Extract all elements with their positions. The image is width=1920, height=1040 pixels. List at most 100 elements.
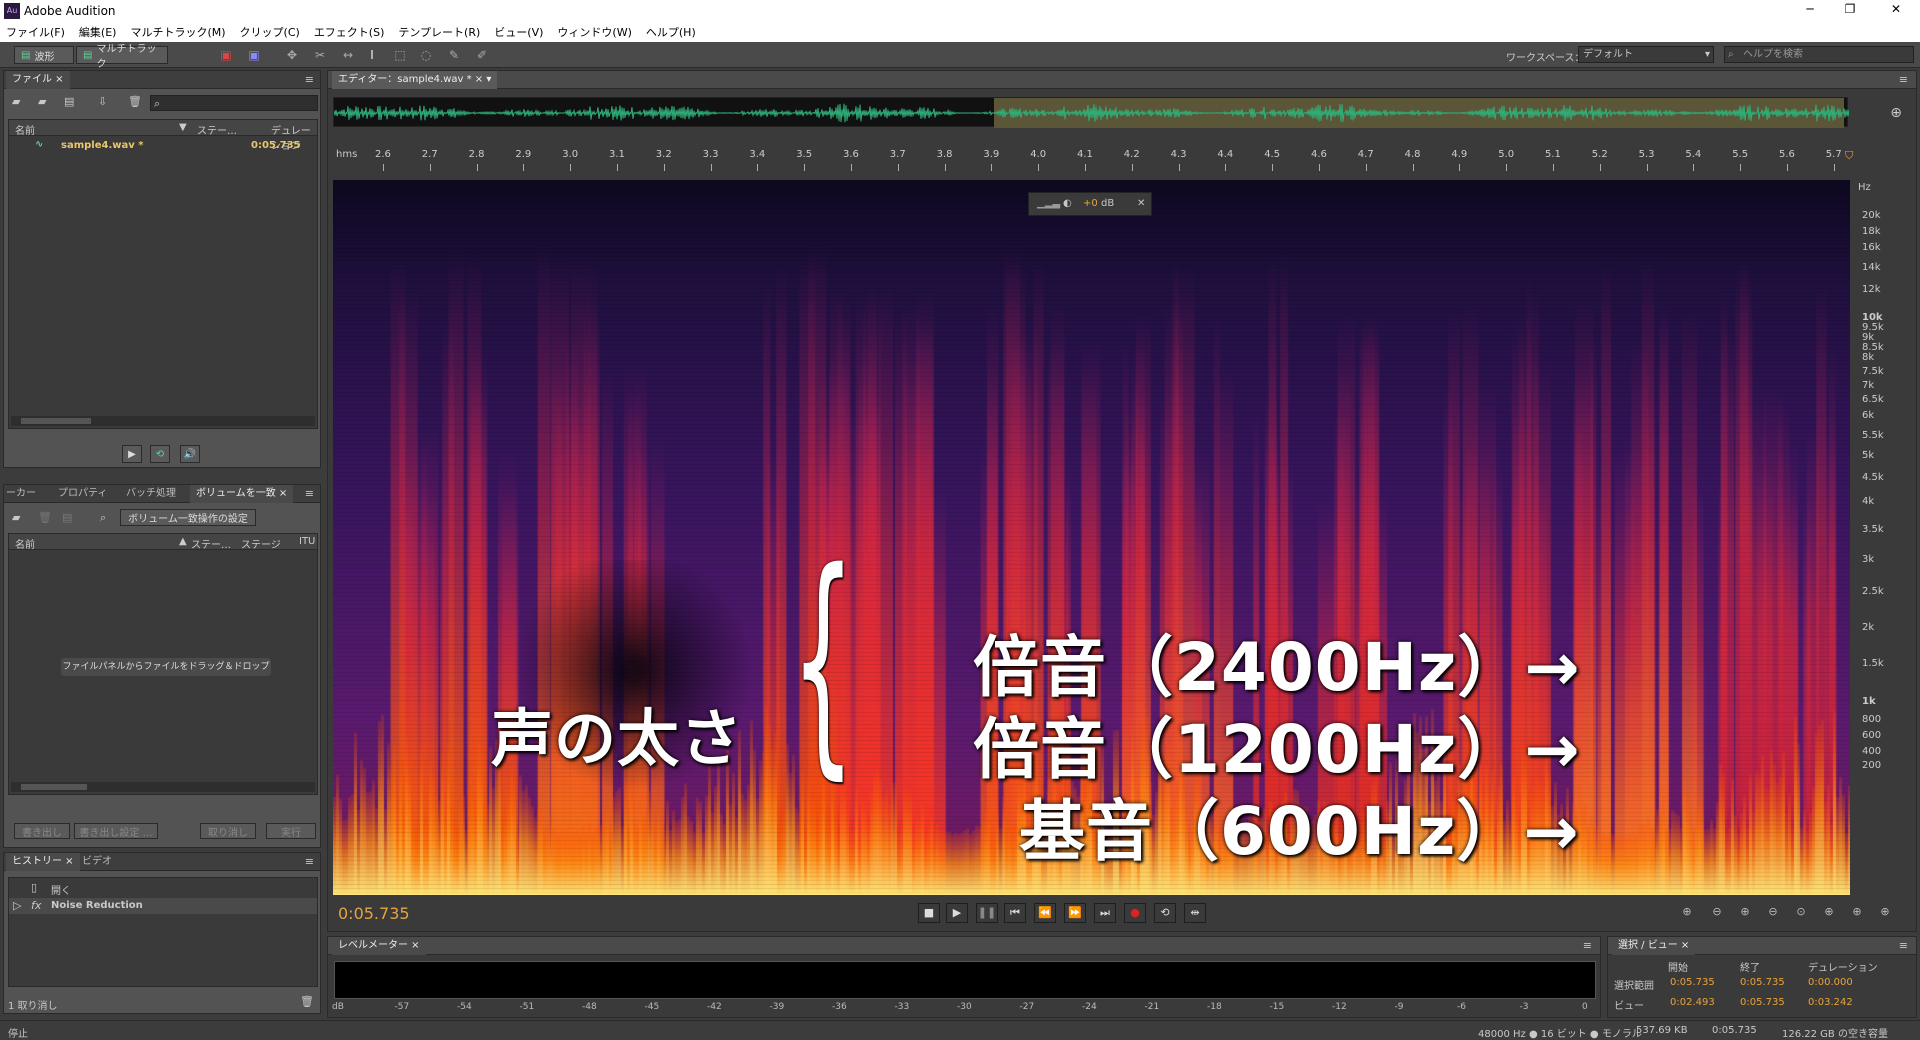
selection-start[interactable]: 0:05.735 [1670,977,1715,988]
col-itu[interactable]: ITU [299,536,315,547]
export-button[interactable]: 書き出し [14,823,70,839]
skip-selection-button[interactable]: ⇹ [1184,903,1206,923]
pause-button[interactable]: ❚❚ [976,903,998,923]
run-button[interactable]: 実行 [266,823,316,839]
tab-match-volume[interactable]: ボリュームを一致 × [190,485,294,503]
col-name[interactable]: 名前 [15,536,35,551]
file-row[interactable]: ∿ sample4.wav * 0:05.735 [9,138,317,154]
spot-healing-tool-icon[interactable]: ✐ [474,47,490,63]
menu-view[interactable]: ビュー(V) [494,24,543,40]
menu-window[interactable]: ウィンドウ(W) [557,24,631,40]
zoom-in-amplitude-icon[interactable]: ⊕ [1676,905,1698,921]
playhead-marker-icon[interactable]: ⛉ [1845,149,1853,163]
clear-icon[interactable]: ▤ [62,511,72,524]
menu-file[interactable]: ファイル(F) [6,24,65,40]
zoom-out-amplitude-icon[interactable]: ⊖ [1706,905,1728,921]
marquee-tool-icon[interactable]: ⬚ [392,47,408,63]
stop-button[interactable]: ■ [918,903,940,923]
panel-menu-icon[interactable]: ≡ [305,855,314,868]
tab-history[interactable]: ヒストリー × [6,853,80,871]
razor-tool-icon[interactable]: ✂ [312,47,328,63]
tab-properties[interactable]: プロパティ [52,485,113,503]
view-duration[interactable]: 0:03.242 [1808,997,1853,1008]
menu-effects[interactable]: エフェクト(S) [314,24,385,40]
panel-menu-icon[interactable]: ≡ [1899,939,1908,952]
col-status[interactable]: ステー… [197,122,237,137]
open-file-icon[interactable]: ▰ [12,95,20,108]
panel-menu-icon[interactable]: ≡ [1899,73,1908,86]
time-selection-tool-icon[interactable]: I [364,47,380,63]
zoom-in-time-icon[interactable]: ⊕ [1734,905,1756,921]
pin-icon[interactable]: ✕ [1137,193,1145,215]
folder-icon[interactable]: ▰ [12,511,20,524]
export-settings-button[interactable]: 書き出し設定 … [74,823,158,839]
col-name[interactable]: 名前 [15,122,35,137]
move-tool-icon[interactable]: ✥ [284,47,300,63]
menu-multitrack[interactable]: マルチトラック(M) [130,24,225,40]
selection-end[interactable]: 0:05.735 [1740,977,1785,988]
selection-duration[interactable]: 0:00.000 [1808,977,1853,988]
spectral-display-icon[interactable]: ▣ [218,47,234,63]
tab-level-meter[interactable]: レベルメーター × [332,937,426,955]
insert-icon[interactable]: ⇩ [98,95,107,108]
maximize-button[interactable]: ❐ [1840,2,1860,16]
fast-forward-button[interactable]: ⏩ [1064,903,1086,923]
delete-icon[interactable]: 🗑 [300,995,314,1008]
history-item[interactable]: ▯ 開く [9,880,317,897]
history-item[interactable]: ▷ fx Noise Reduction [9,898,317,914]
menu-clip[interactable]: クリップ(C) [240,24,300,40]
play-preview-button[interactable]: ▶ [122,445,142,463]
pitch-display-icon[interactable]: ▣ [246,47,262,63]
tab-editor[interactable]: エディター：sample4.wav * × ▾ [332,71,498,89]
slip-tool-icon[interactable]: ↔ [340,47,356,63]
files-search-input[interactable]: ⌕ [150,95,318,111]
knob-icon[interactable]: ◐ [1063,193,1072,215]
menu-template[interactable]: テンプレート(R) [398,24,480,40]
view-start[interactable]: 0:02.493 [1670,997,1715,1008]
next-button[interactable]: ⏭ [1094,903,1116,923]
loop-preview-button[interactable]: ⟲ [150,445,170,463]
loop-button[interactable]: ⟲ [1154,903,1176,923]
help-search-input[interactable]: ⌕ ヘルプを検索 [1724,46,1914,63]
zoom-full-icon[interactable]: ⊙ [1790,905,1812,921]
match-settings-button[interactable]: ボリューム一致操作の設定 [120,509,256,526]
zoom-selection-icon[interactable]: ⊕ [1818,905,1840,921]
col-stage[interactable]: ステージ [241,536,281,551]
delete-icon[interactable]: 🗑 [38,511,52,524]
multitrack-view-button[interactable]: ▤ マルチトラック [76,44,168,70]
match-scrollbar[interactable] [11,782,315,792]
minimize-button[interactable]: ─ [1800,2,1820,16]
brush-tool-icon[interactable]: ✎ [446,47,462,63]
tab-batch[interactable]: バッチ処理 [120,485,182,503]
tab-markers[interactable]: ーカー [0,485,42,503]
cancel-button[interactable]: 取り消し [200,823,256,839]
import-icon[interactable]: ▰ [38,95,46,108]
record-button[interactable]: ● [1124,903,1146,923]
zoom-out-time-icon[interactable]: ⊖ [1762,905,1784,921]
new-file-icon[interactable]: ▤ [64,95,74,108]
overview-waveform[interactable] [333,97,1849,128]
hud-gain-control[interactable]: ▁▂▃ ◐ +0 dB ✕ [1028,192,1152,216]
menu-edit[interactable]: 編集(E) [79,24,117,40]
tab-video[interactable]: ビデオ [76,853,118,871]
panel-menu-icon[interactable]: ≡ [1583,939,1592,952]
delete-icon[interactable]: 🗑 [128,95,142,108]
col-status[interactable]: ステー… [191,536,231,551]
waveform-view-button[interactable]: ▤ 波形 [14,46,74,64]
time-ruler[interactable]: hms 2.6 2.7 2.8 2.9 3.0 3.1 3.2 3.3 3.4 3.5 3.6 3.7… [333,146,1853,172]
close-button[interactable]: ✕ [1886,2,1906,16]
panel-menu-icon[interactable]: ≡ [305,487,314,500]
tab-selection-view[interactable]: 選択 / ビュー × [1612,937,1696,955]
files-scrollbar[interactable] [11,416,315,426]
rewind-button[interactable]: ⏪ [1034,903,1056,923]
zoom-in-start-icon[interactable]: ⊕ [1846,905,1868,921]
panel-menu-icon[interactable]: ≡ [305,73,314,86]
zoom-in-end-icon[interactable]: ⊕ [1874,905,1896,921]
workspace-select[interactable]: デフォルト ▾ [1578,46,1714,63]
search-icon[interactable]: ⌕ [100,511,106,525]
autoplay-button[interactable]: 🔊 [180,445,200,463]
menu-help[interactable]: ヘルプ(H) [646,24,696,40]
tab-files[interactable]: ファイル × [6,71,70,89]
zoom-in-icon[interactable]: ⊕ [1890,105,1902,121]
previous-button[interactable]: ⏮ [1004,903,1026,923]
